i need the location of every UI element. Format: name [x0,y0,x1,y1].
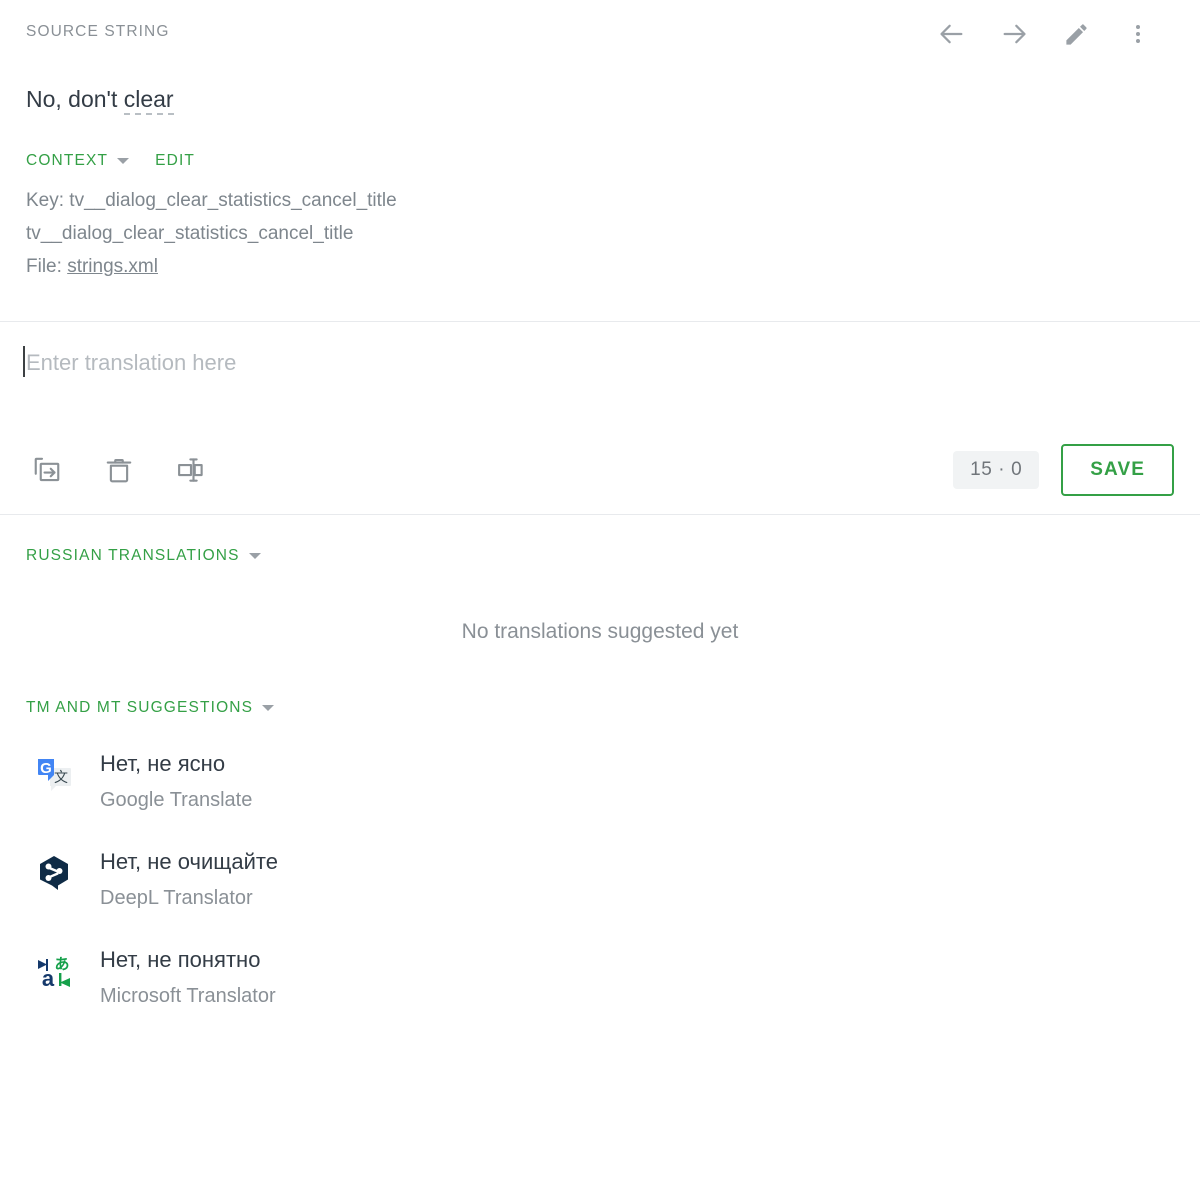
russian-translations-toggle[interactable]: RUSSIAN TRANSLATIONS [26,547,261,565]
suggestion-provider: Google Translate [100,789,253,811]
context-id-line: tv__dialog_clear_statistics_cancel_title [26,223,354,244]
source-text-plain: No, don't [26,86,124,112]
context-toggle-label: CONTEXT [26,152,109,169]
svg-text:G: G [40,760,52,777]
suggestion-text: Нет, не понятно [100,947,261,972]
list-item[interactable]: Нет, не очищайте DeepL Translator [0,837,1200,935]
source-string-header: SOURCE STRING [0,0,1200,60]
russian-translations-header: RUSSIAN TRANSLATIONS [0,515,1200,565]
tm-mt-suggestions-label: TM AND MT SUGGESTIONS [26,699,254,716]
suggestion-text: Нет, не ясно [100,751,226,776]
suggestions-list: G 文 Нет, не ясно Google Translate Нет, н… [0,717,1200,1033]
translation-editor[interactable]: Enter translation here [0,322,1200,426]
tm-mt-suggestions-header: TM AND MT SUGGESTIONS [0,644,1200,717]
chevron-down-icon [248,553,261,559]
context-key-line: Key: tv__dialog_clear_statistics_cancel_… [26,190,397,211]
microsoft-translator-icon: a あ [32,949,76,993]
more-vertical-icon[interactable] [1120,16,1156,52]
editor-toolbar: 15 · 0 SAVE [0,426,1200,514]
source-text-highlighted-term: clear [123,86,174,115]
context-edit-button[interactable]: EDIT [155,152,195,170]
editor-tool-group [30,453,208,487]
suggestion-provider: Microsoft Translator [100,985,276,1007]
deepl-icon [32,851,76,895]
source-string-text: No, don't clear [0,60,1200,115]
chevron-down-icon [117,158,130,164]
arrow-right-icon[interactable] [996,16,1032,52]
russian-translations-label: RUSSIAN TRANSLATIONS [26,547,240,564]
text-cursor [23,346,25,377]
list-item[interactable]: G 文 Нет, не ясно Google Translate [0,739,1200,837]
trash-icon[interactable] [102,453,136,487]
context-row: CONTEXT EDIT [0,114,1200,170]
svg-text:あ: あ [54,955,69,973]
suggestion-texts: Нет, не ясно Google Translate [100,749,252,816]
context-file-label: File: [26,256,68,277]
svg-text:文: 文 [54,770,68,786]
context-toggle[interactable]: CONTEXT [26,152,130,170]
text-marker-icon[interactable] [174,453,208,487]
suggestion-texts: Нет, не очищайте DeepL Translator [100,847,278,914]
translation-input-placeholder: Enter translation here [23,346,236,378]
copy-source-icon[interactable] [30,453,64,487]
suggestion-provider: DeepL Translator [100,887,253,909]
google-translate-icon: G 文 [32,753,76,797]
header-actions [934,16,1156,52]
chevron-down-icon [262,705,275,711]
list-item[interactable]: a あ Нет, не понятно Microsoft Translator [0,935,1200,1033]
no-translations-message: No translations suggested yet [461,620,739,643]
context-details: Key: tv__dialog_clear_statistics_cancel_… [0,170,1200,283]
editor-right-group: 15 · 0 SAVE [953,444,1174,496]
svg-text:a: a [42,966,55,991]
pencil-icon[interactable] [1058,16,1094,52]
suggestion-texts: Нет, не понятно Microsoft Translator [100,945,276,1012]
context-file-line: File: strings.xml [26,250,1174,283]
save-button[interactable]: SAVE [1061,444,1174,496]
context-file-link[interactable]: strings.xml [67,256,158,277]
suggestion-text: Нет, не очищайте [100,849,278,874]
character-counter-badge: 15 · 0 [953,451,1040,489]
arrow-left-icon[interactable] [934,16,970,52]
source-string-caption: SOURCE STRING [26,23,170,40]
tm-mt-suggestions-toggle[interactable]: TM AND MT SUGGESTIONS [26,699,275,717]
